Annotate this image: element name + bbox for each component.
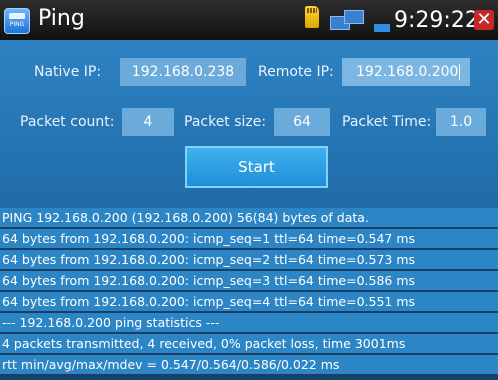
start-button[interactable]: Start — [185, 146, 328, 188]
title-bar: PING Ping 9:29:22 ✕ — [0, 0, 498, 40]
output-line: 64 bytes from 192.168.0.200: icmp_seq=3 … — [0, 271, 498, 292]
packet-count-label: Packet count: — [20, 114, 115, 130]
battery-icon — [374, 24, 390, 32]
packet-size-input[interactable]: 64 — [274, 108, 330, 136]
remote-ip-label: Remote IP: — [258, 64, 334, 80]
settings-panel: Native IP: 192.168.0.238 Remote IP: 192.… — [0, 40, 498, 208]
output-line: PING 192.168.0.200 (192.168.0.200) 56(84… — [0, 208, 498, 229]
packet-count-input[interactable]: 4 — [122, 108, 174, 136]
native-ip-label: Native IP: — [34, 64, 102, 80]
output-line: 64 bytes from 192.168.0.200: icmp_seq=4 … — [0, 292, 498, 313]
packet-size-label: Packet size: — [184, 114, 267, 130]
remote-ip-input[interactable]: 192.168.0.200 — [342, 58, 470, 86]
packet-time-input[interactable]: 1.0 — [436, 108, 486, 136]
output-line: --- 192.168.0.200 ping statistics --- — [0, 313, 498, 334]
sd-card-icon — [305, 6, 319, 28]
close-icon[interactable]: ✕ — [474, 10, 494, 30]
packet-time-label: Packet Time: — [342, 114, 432, 130]
network-icon — [330, 10, 366, 30]
output-line: 64 bytes from 192.168.0.200: icmp_seq=2 … — [0, 250, 498, 271]
clock: 9:29:22 — [394, 8, 479, 33]
ping-app-icon: PING — [4, 8, 30, 34]
ping-output: PING 192.168.0.200 (192.168.0.200) 56(84… — [0, 208, 498, 376]
output-line: 4 packets transmitted, 4 received, 0% pa… — [0, 334, 498, 355]
output-line: rtt min/avg/max/mdev = 0.547/0.564/0.586… — [0, 355, 498, 376]
app-title: Ping — [38, 6, 85, 31]
native-ip-field[interactable]: 192.168.0.238 — [120, 58, 246, 86]
output-line: 64 bytes from 192.168.0.200: icmp_seq=1 … — [0, 229, 498, 250]
